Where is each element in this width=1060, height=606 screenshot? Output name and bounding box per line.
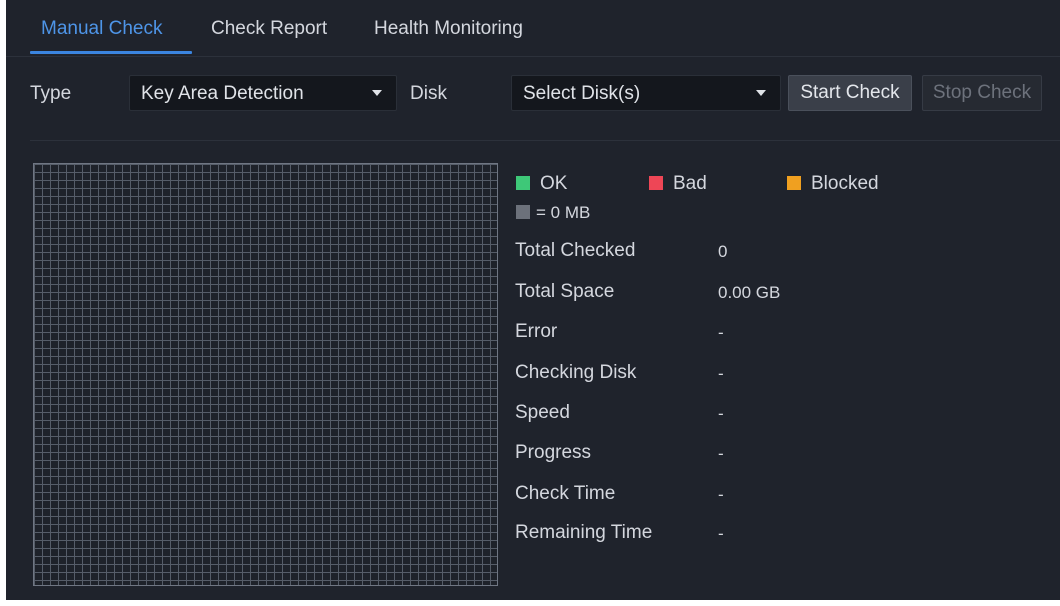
info-label-remaining-time: Remaining Time — [515, 522, 653, 543]
info-label-total-space: Total Space — [515, 281, 615, 302]
info-label-check-time: Check Time — [515, 483, 616, 504]
info-value-progress: - — [718, 444, 724, 463]
legend-unit: = 0 MB — [516, 203, 590, 223]
disk-select[interactable]: Select Disk(s) — [511, 75, 781, 111]
legend-ok: OK — [516, 173, 567, 195]
bad-swatch-icon — [649, 176, 663, 190]
blocked-swatch-icon — [787, 176, 801, 190]
chevron-down-icon — [372, 90, 382, 96]
info-value-check-time: - — [718, 485, 724, 504]
info-value-checking-disk: - — [718, 364, 724, 383]
tab-check-report[interactable]: Check Report — [211, 18, 327, 40]
legend-unit-label: = 0 MB — [536, 203, 591, 222]
disk-select-value: Select Disk(s) — [523, 83, 641, 104]
start-check-button[interactable]: Start Check — [788, 75, 912, 111]
unit-swatch-icon — [516, 205, 530, 219]
info-label-total-checked: Total Checked — [515, 240, 636, 261]
legend-bad-label: Bad — [673, 173, 707, 194]
section-divider — [30, 140, 1060, 141]
legend-ok-label: OK — [540, 173, 568, 194]
legend-bad: Bad — [649, 173, 707, 195]
tab-manual-check[interactable]: Manual Check — [41, 18, 162, 40]
stop-check-button[interactable]: Stop Check — [922, 75, 1042, 111]
info-value-total-checked: 0 — [718, 242, 728, 261]
disk-check-panel: Manual Check Check Report Health Monitor… — [6, 0, 1060, 600]
chevron-down-icon — [756, 90, 766, 96]
disk-block-map — [33, 163, 498, 586]
active-tab-indicator — [30, 51, 192, 54]
tab-bar: Manual Check Check Report Health Monitor… — [6, 0, 1060, 57]
ok-swatch-icon — [516, 176, 530, 190]
type-select-value: Key Area Detection — [141, 83, 304, 104]
legend-blocked-label: Blocked — [811, 173, 879, 194]
tab-health-monitoring[interactable]: Health Monitoring — [374, 18, 523, 40]
legend-blocked: Blocked — [787, 173, 879, 195]
type-label: Type — [30, 83, 72, 104]
info-label-speed: Speed — [515, 402, 570, 423]
info-value-speed: - — [718, 404, 724, 423]
type-select[interactable]: Key Area Detection — [129, 75, 397, 111]
info-value-total-space: 0.00 GB — [718, 283, 781, 302]
disk-label: Disk — [410, 83, 447, 104]
info-label-error: Error — [515, 321, 558, 342]
info-label-checking-disk: Checking Disk — [515, 362, 637, 383]
info-value-remaining-time: - — [718, 524, 724, 543]
info-label-progress: Progress — [515, 442, 592, 463]
info-value-error: - — [718, 323, 724, 342]
